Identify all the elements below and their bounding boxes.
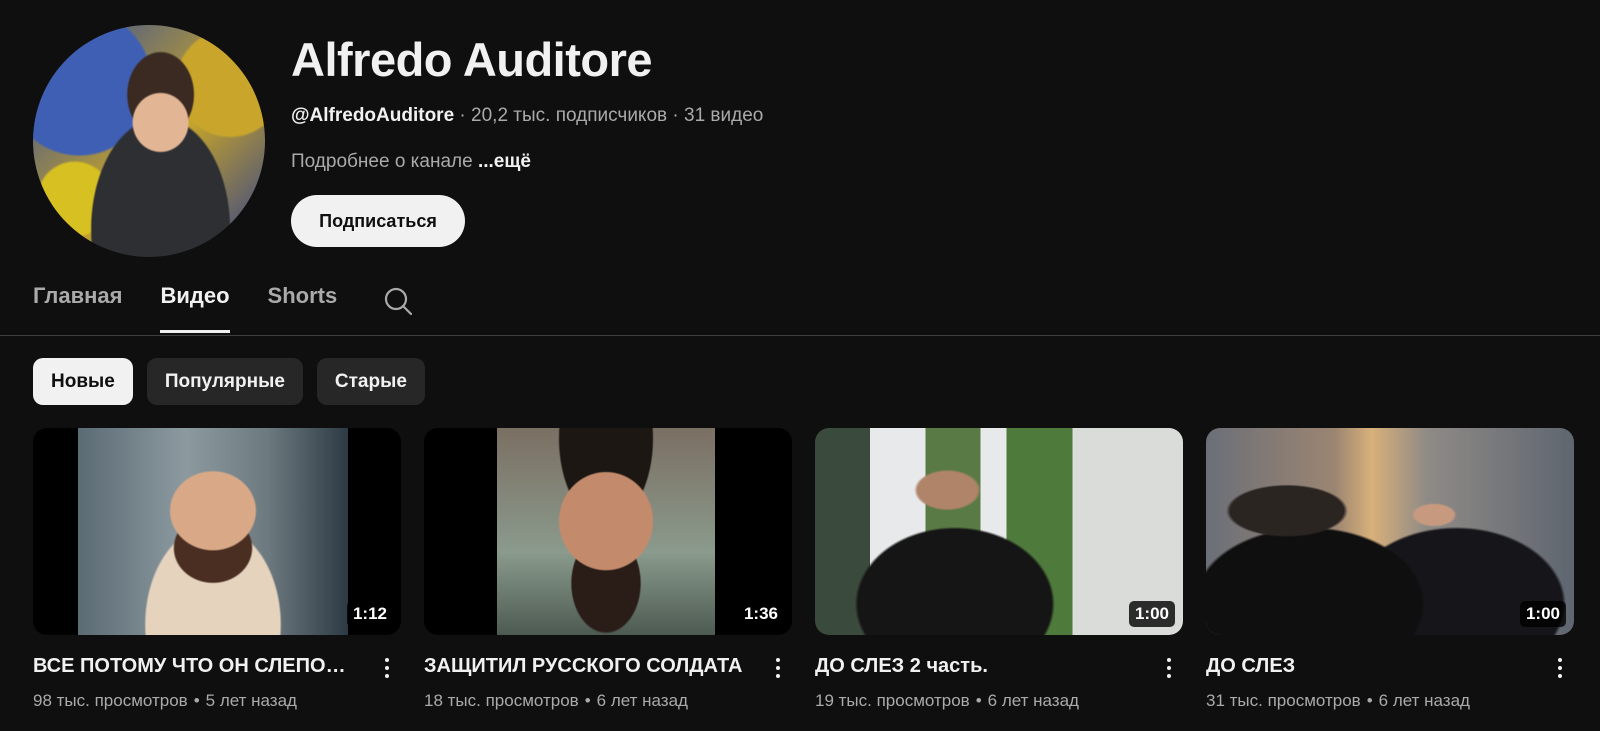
meta-separator: · [459, 105, 466, 126]
meta-dot: • [584, 691, 591, 710]
video-thumbnail[interactable]: 1:36 [424, 428, 792, 635]
video-duration: 1:12 [346, 601, 393, 627]
more-vert-icon[interactable] [377, 655, 397, 681]
tab-videos[interactable]: Видео [160, 283, 230, 333]
video-duration: 1:00 [1519, 601, 1566, 627]
video-thumbnail[interactable]: 1:00 [815, 428, 1183, 635]
video-age: 6 лет назад [1378, 691, 1470, 710]
video-views: 18 тыс. просмотров [424, 691, 579, 710]
video-views: 31 тыс. просмотров [1206, 691, 1361, 710]
video-age: 5 лет назад [205, 691, 297, 710]
video-views: 98 тыс. просмотров [33, 691, 188, 710]
more-link[interactable]: ...ещё [478, 151, 531, 172]
channel-handle: @AlfredoAuditore [291, 105, 455, 126]
video-age: 6 лет назад [987, 691, 1079, 710]
video-age: 6 лет назад [596, 691, 688, 710]
video-meta: 18 тыс. просмотров • 6 лет назад [424, 691, 792, 711]
meta-dot: • [193, 691, 200, 710]
video-duration: 1:00 [1128, 601, 1175, 627]
description-text: Подробнее о канале [291, 151, 473, 172]
video-meta: 31 тыс. просмотров • 6 лет назад [1206, 691, 1574, 711]
tab-home[interactable]: Главная [33, 283, 122, 333]
more-vert-icon[interactable] [1159, 655, 1179, 681]
video-meta: 98 тыс. просмотров • 5 лет назад [33, 691, 401, 711]
more-vert-icon[interactable] [1550, 655, 1570, 681]
subscribe-button[interactable]: Подписаться [291, 195, 465, 247]
meta-dot: • [1366, 691, 1373, 710]
video-title[interactable]: ВСЕ ПОТОМУ ЧТО ОН СЛЕПОЙ... [33, 655, 353, 678]
video-duration: 1:36 [737, 601, 784, 627]
video-thumbnail[interactable]: 1:00 [1206, 428, 1574, 635]
video-card[interactable]: 1:00 ДО СЛЕЗ 2 часть. 19 тыс. просмотров… [815, 428, 1183, 711]
video-meta: 19 тыс. просмотров • 6 лет назад [815, 691, 1183, 711]
video-thumbnail[interactable]: 1:12 [33, 428, 401, 635]
filter-newest-chip[interactable]: Новые [33, 358, 133, 405]
more-vert-icon[interactable] [768, 655, 788, 681]
channel-name: Alfredo Auditore [291, 33, 653, 86]
video-title[interactable]: ДО СЛЕЗ [1206, 655, 1526, 678]
subscriber-count: 20,2 тыс. подписчиков [471, 105, 668, 126]
sort-filters: Новые Популярные Старые [33, 358, 425, 405]
video-title[interactable]: ДО СЛЕЗ 2 часть. [815, 655, 1135, 678]
video-title[interactable]: ЗАЩИТИЛ РУССКОГО СОЛДАТА [424, 655, 744, 678]
channel-description[interactable]: Подробнее о канале ...ещё [291, 151, 531, 173]
video-card[interactable]: 1:00 ДО СЛЕЗ 31 тыс. просмотров • 6 лет на… [1206, 428, 1574, 711]
video-views: 19 тыс. просмотров [815, 691, 970, 710]
filter-oldest-chip[interactable]: Старые [316, 358, 425, 405]
filter-popular-chip[interactable]: Популярные [146, 358, 303, 405]
video-count: 31 видео [684, 105, 764, 126]
channel-avatar[interactable] [33, 25, 265, 257]
search-icon[interactable] [382, 285, 414, 317]
video-card[interactable]: 1:12 ВСЕ ПОТОМУ ЧТО ОН СЛЕПОЙ... 98 тыс.… [33, 428, 401, 711]
tab-shorts[interactable]: Shorts [268, 283, 338, 333]
channel-meta: @AlfredoAuditore · 20,2 тыс. подписчиков… [291, 105, 763, 127]
meta-separator: · [672, 105, 679, 126]
meta-dot: • [975, 691, 982, 710]
video-card[interactable]: 1:36 ЗАЩИТИЛ РУССКОГО СОЛДАТА 18 тыс. пр… [424, 428, 792, 711]
tabs-divider [0, 335, 1600, 336]
channel-tabs: Главная Видео Shorts [33, 283, 375, 335]
video-grid: 1:12 ВСЕ ПОТОМУ ЧТО ОН СЛЕПОЙ... 98 тыс.… [33, 428, 1574, 711]
